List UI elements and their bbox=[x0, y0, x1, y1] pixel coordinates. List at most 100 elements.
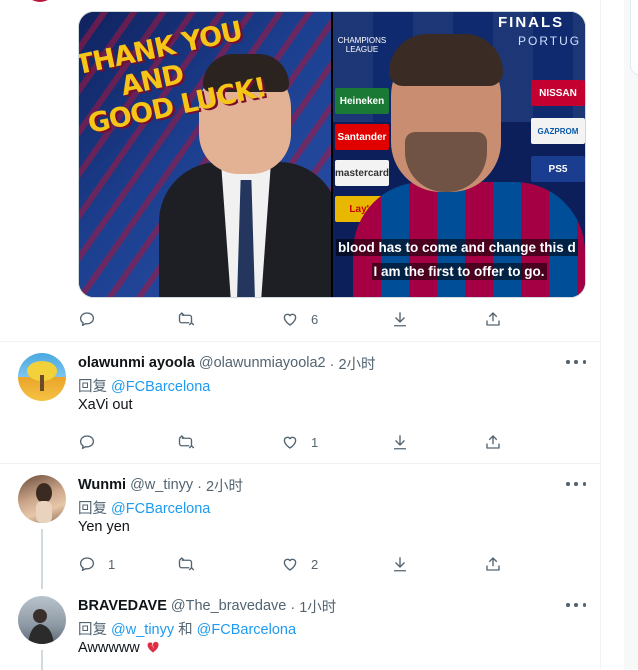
like-icon bbox=[283, 436, 297, 449]
display-name[interactable]: olawunmi ayoola bbox=[78, 355, 195, 371]
reply-to-mention[interactable]: @w_tinyy bbox=[111, 622, 174, 638]
person-avatar-icon bbox=[36, 483, 52, 523]
thread-connector-line bbox=[41, 650, 43, 670]
reply-tweet[interactable]: Wunmi @w_tinyy · 2小时 回复 @FCBarcelona Yen… bbox=[0, 475, 600, 589]
share-icon bbox=[486, 312, 500, 326]
display-name[interactable]: Wunmi bbox=[78, 477, 126, 493]
like-icon bbox=[283, 558, 297, 571]
reply-header: BRAVEDAVE @The_bravedave · 1小时 bbox=[78, 596, 336, 616]
sponsor-heineken: Heineken bbox=[335, 88, 389, 114]
download-icon bbox=[394, 435, 406, 450]
reply-icon bbox=[79, 312, 95, 327]
reply-button[interactable] bbox=[78, 308, 108, 330]
sponsor-nissan: NISSAN bbox=[531, 80, 585, 106]
tweet-action-bar: 1 2 bbox=[78, 553, 518, 575]
retweet-icon bbox=[178, 557, 195, 571]
previous-tweet-avatar[interactable] bbox=[24, 0, 56, 2]
reply-prefix: 回复 bbox=[78, 501, 107, 517]
video-caption-line-2: I am the first to offer to go. bbox=[371, 263, 547, 280]
timestamp[interactable]: · 2小时 bbox=[330, 353, 376, 374]
share-button[interactable] bbox=[484, 431, 502, 453]
download-button[interactable] bbox=[391, 431, 409, 453]
reply-to-mention[interactable]: @FCBarcelona bbox=[111, 379, 210, 395]
media-photo-left[interactable]: THANK YOU AND GOOD LUCK! bbox=[79, 12, 331, 297]
reply-icon bbox=[79, 435, 95, 450]
tweet-divider bbox=[0, 341, 600, 342]
like-icon bbox=[283, 313, 297, 326]
tweet-action-bar: 6 bbox=[78, 308, 518, 330]
player-figure-hair bbox=[389, 34, 503, 86]
tweet-media-grid: THANK YOU AND GOOD LUCK! CHAMPIONS LEAGU… bbox=[78, 11, 586, 298]
user-handle[interactable]: @olawunmiayoola2 bbox=[199, 355, 326, 371]
ucl-logo-label: CHAMPIONS LEAGUE bbox=[337, 36, 387, 54]
reply-conjunction: 和 bbox=[178, 622, 193, 638]
sidebar-edge bbox=[624, 0, 638, 669]
retweet-icon bbox=[178, 435, 195, 449]
tweet-text: Yen yen bbox=[78, 519, 130, 535]
like-count: 6 bbox=[311, 311, 319, 327]
like-button[interactable]: 1 bbox=[281, 431, 318, 453]
more-button[interactable] bbox=[566, 355, 586, 369]
like-count: 2 bbox=[311, 556, 319, 572]
reply-tweet[interactable]: olawunmi ayoola @olawunmiayoola2 · 2小时 回… bbox=[0, 353, 600, 463]
reply-to-line: 回复 @FCBarcelona bbox=[78, 497, 210, 518]
tweet-action-bar: 1 bbox=[78, 431, 518, 453]
tweet-text: XaVi out bbox=[78, 397, 133, 413]
thread-connector-line bbox=[41, 529, 43, 589]
retweet-button[interactable] bbox=[178, 308, 208, 330]
sponsor-ps5: PS5 bbox=[531, 156, 585, 182]
more-icon bbox=[566, 603, 570, 607]
more-button[interactable] bbox=[566, 477, 586, 491]
finals-subtext: PORTUG bbox=[518, 34, 582, 48]
timeline: THANK YOU AND GOOD LUCK! CHAMPIONS LEAGU… bbox=[0, 0, 601, 670]
avatar[interactable] bbox=[18, 596, 66, 644]
sponsor-gazprom: GAZPROM bbox=[531, 118, 585, 144]
reply-to-line: 回复 @w_tinyy 和 @FCBarcelona bbox=[78, 618, 296, 639]
reply-to-mention[interactable]: @FCBarcelona bbox=[111, 501, 210, 517]
person-avatar-icon bbox=[28, 609, 54, 644]
download-button[interactable] bbox=[391, 553, 409, 575]
video-caption-line-1: blood has to come and change this d bbox=[336, 239, 578, 256]
more-icon bbox=[566, 360, 570, 364]
like-button[interactable]: 6 bbox=[281, 308, 318, 330]
sponsor-mastercard: mastercard bbox=[335, 160, 389, 186]
download-button[interactable] bbox=[391, 308, 409, 330]
timestamp[interactable]: · 1小时 bbox=[290, 596, 336, 617]
share-button[interactable] bbox=[484, 308, 502, 330]
download-icon bbox=[394, 312, 406, 327]
reply-to-line: 回复 @FCBarcelona bbox=[78, 375, 210, 396]
download-icon bbox=[394, 557, 406, 572]
broken-heart-icon bbox=[147, 641, 159, 653]
avatar[interactable] bbox=[18, 475, 66, 523]
user-handle[interactable]: @w_tinyy bbox=[130, 477, 193, 493]
sponsor-santander: Santander bbox=[335, 124, 389, 150]
more-icon bbox=[566, 482, 570, 486]
display-name[interactable]: BRAVEDAVE bbox=[78, 598, 167, 614]
reply-button[interactable] bbox=[78, 431, 108, 453]
reply-tweet[interactable]: BRAVEDAVE @The_bravedave · 1小时 回复 @w_tin… bbox=[0, 596, 600, 670]
like-button[interactable]: 2 bbox=[281, 553, 318, 575]
sidebar-card-edge bbox=[630, 0, 638, 76]
reply-prefix: 回复 bbox=[78, 379, 107, 395]
finals-text: FINALS bbox=[498, 14, 565, 31]
reply-count: 1 bbox=[108, 556, 116, 572]
reply-header: olawunmi ayoola @olawunmiayoola2 · 2小时 bbox=[78, 353, 376, 373]
more-button[interactable] bbox=[566, 598, 586, 612]
user-handle[interactable]: @The_bravedave bbox=[171, 598, 286, 614]
retweet-button[interactable] bbox=[178, 431, 208, 453]
share-button[interactable] bbox=[484, 553, 502, 575]
tree-avatar-icon bbox=[27, 361, 57, 391]
retweet-button[interactable] bbox=[178, 553, 208, 575]
reply-button[interactable]: 1 bbox=[78, 553, 115, 575]
reply-to-mention-2[interactable]: @FCBarcelona bbox=[197, 622, 296, 638]
avatar[interactable] bbox=[18, 353, 66, 401]
share-icon bbox=[486, 435, 500, 449]
timestamp[interactable]: · 2小时 bbox=[197, 475, 243, 496]
media-photo-right[interactable]: CHAMPIONS LEAGUE FINALS PORTUG Heineken … bbox=[333, 12, 585, 297]
tweet-text-container: Awwwww bbox=[78, 640, 160, 656]
like-count: 1 bbox=[311, 434, 319, 450]
reply-prefix: 回复 bbox=[78, 622, 107, 638]
tweet-text: Awwwww bbox=[78, 640, 140, 656]
tweet-divider bbox=[0, 463, 600, 464]
share-icon bbox=[486, 557, 500, 571]
